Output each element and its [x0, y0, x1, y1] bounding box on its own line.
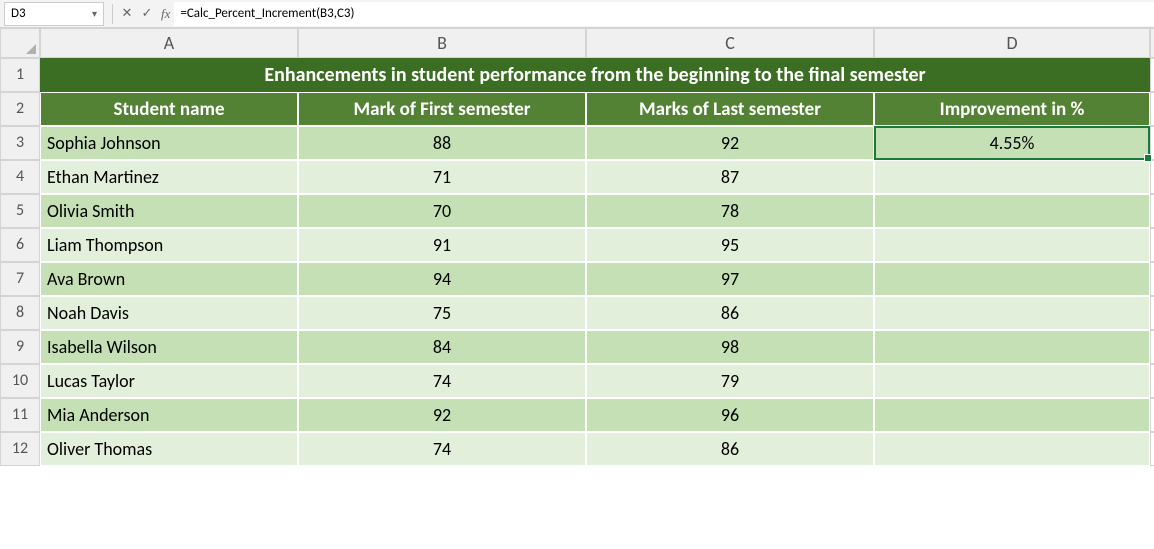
row-head-10[interactable]: 10 — [0, 364, 40, 398]
name-box-value: D3 — [11, 6, 26, 21]
cell-last-mark[interactable]: 97 — [586, 262, 874, 296]
header-name[interactable]: Student name — [40, 92, 298, 126]
cell-empty[interactable] — [1150, 330, 1154, 364]
cell-last-mark[interactable]: 79 — [586, 364, 874, 398]
row-head-4[interactable]: 4 — [0, 160, 40, 194]
cell-e1[interactable] — [1150, 58, 1154, 92]
cell-first-mark[interactable]: 75 — [298, 296, 586, 330]
cell-student-name[interactable]: Olivia Smith — [40, 194, 298, 228]
cell-student-name[interactable]: Lucas Taylor — [40, 364, 298, 398]
cell-empty[interactable] — [1150, 262, 1154, 296]
header-last[interactable]: Marks of Last semester — [586, 92, 874, 126]
cell-improvement[interactable] — [874, 296, 1150, 330]
cell-empty[interactable] — [1150, 398, 1154, 432]
cell-last-mark[interactable]: 95 — [586, 228, 874, 262]
cancel-icon[interactable]: ✕ — [117, 4, 137, 24]
chevron-down-icon[interactable]: ▾ — [92, 7, 97, 20]
divider — [112, 4, 113, 24]
col-head-a[interactable]: A — [40, 28, 298, 58]
cell-student-name[interactable]: Oliver Thomas — [40, 432, 298, 466]
title-cell[interactable]: Enhancements in student performance from… — [40, 58, 1150, 92]
cell-first-mark[interactable]: 94 — [298, 262, 586, 296]
col-head-e[interactable] — [1150, 28, 1154, 58]
row-head-6[interactable]: 6 — [0, 228, 40, 262]
fx-icon[interactable]: fx — [161, 6, 170, 22]
cell-student-name[interactable]: Liam Thompson — [40, 228, 298, 262]
cell-student-name[interactable]: Sophia Johnson — [40, 126, 298, 160]
cell-empty[interactable] — [1150, 194, 1154, 228]
cell-last-mark[interactable]: 78 — [586, 194, 874, 228]
cell-first-mark[interactable]: 84 — [298, 330, 586, 364]
cell-last-mark[interactable]: 92 — [586, 126, 874, 160]
cell-improvement[interactable] — [874, 228, 1150, 262]
cell-improvement[interactable] — [874, 330, 1150, 364]
row-head-12[interactable]: 12 — [0, 432, 40, 466]
cell-empty[interactable] — [1150, 228, 1154, 262]
cell-student-name[interactable]: Noah Davis — [40, 296, 298, 330]
spreadsheet-grid: A B C D 1 Enhancements in student perfor… — [0, 28, 1154, 466]
cell-last-mark[interactable]: 86 — [586, 296, 874, 330]
cell-last-mark[interactable]: 87 — [586, 160, 874, 194]
cell-first-mark[interactable]: 91 — [298, 228, 586, 262]
row-head-2[interactable]: 2 — [0, 92, 40, 126]
name-box[interactable]: D3 ▾ — [4, 2, 104, 26]
cell-first-mark[interactable]: 92 — [298, 398, 586, 432]
cell-e2[interactable] — [1150, 92, 1154, 126]
cell-improvement[interactable] — [874, 432, 1150, 466]
col-head-b[interactable]: B — [298, 28, 586, 58]
cell-student-name[interactable]: Ethan Martinez — [40, 160, 298, 194]
col-head-d[interactable]: D — [874, 28, 1150, 58]
cell-empty[interactable] — [1150, 296, 1154, 330]
col-head-c[interactable]: C — [586, 28, 874, 58]
cell-improvement[interactable] — [874, 194, 1150, 228]
row-head-8[interactable]: 8 — [0, 296, 40, 330]
cell-improvement[interactable] — [874, 262, 1150, 296]
formula-input[interactable]: =Calc_Percent_Increment(B3,C3) — [174, 2, 1154, 26]
row-head-1[interactable]: 1 — [0, 58, 40, 92]
row-head-3[interactable]: 3 — [0, 126, 40, 160]
formula-value: =Calc_Percent_Increment(B3,C3) — [180, 6, 354, 21]
confirm-icon[interactable]: ✓ — [137, 4, 157, 24]
cell-empty[interactable] — [1150, 432, 1154, 466]
header-first[interactable]: Mark of First semester — [298, 92, 586, 126]
cell-student-name[interactable]: Mia Anderson — [40, 398, 298, 432]
cell-first-mark[interactable]: 88 — [298, 126, 586, 160]
cell-last-mark[interactable]: 86 — [586, 432, 874, 466]
cell-first-mark[interactable]: 70 — [298, 194, 586, 228]
cell-last-mark[interactable]: 98 — [586, 330, 874, 364]
cell-student-name[interactable]: Isabella Wilson — [40, 330, 298, 364]
cell-last-mark[interactable]: 96 — [586, 398, 874, 432]
cell-improvement[interactable] — [874, 364, 1150, 398]
header-improve[interactable]: Improvement in % — [874, 92, 1150, 126]
cell-empty[interactable] — [1150, 160, 1154, 194]
select-all-corner[interactable] — [0, 28, 40, 58]
cell-first-mark[interactable]: 74 — [298, 364, 586, 398]
row-head-5[interactable]: 5 — [0, 194, 40, 228]
cell-improvement[interactable] — [874, 160, 1150, 194]
formula-bar: D3 ▾ ✕ ✓ fx =Calc_Percent_Increment(B3,C… — [0, 0, 1154, 28]
row-head-7[interactable]: 7 — [0, 262, 40, 296]
cell-empty[interactable] — [1150, 364, 1154, 398]
cell-student-name[interactable]: Ava Brown — [40, 262, 298, 296]
cell-improvement[interactable] — [874, 398, 1150, 432]
row-head-9[interactable]: 9 — [0, 330, 40, 364]
row-head-11[interactable]: 11 — [0, 398, 40, 432]
cell-first-mark[interactable]: 74 — [298, 432, 586, 466]
cell-first-mark[interactable]: 71 — [298, 160, 586, 194]
cell-improvement[interactable]: 4.55% — [874, 126, 1150, 160]
